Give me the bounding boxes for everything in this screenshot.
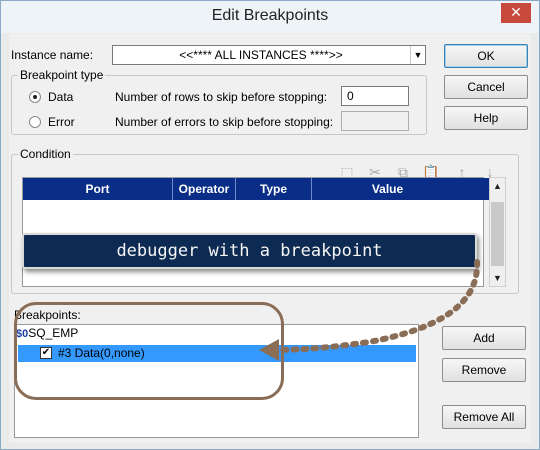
tree-item-sq-emp[interactable]: $0SQ_EMP <box>16 326 78 343</box>
ok-button[interactable]: OK <box>444 44 528 68</box>
tree-item-label: #3 Data(0,none) <box>58 346 145 360</box>
column-port[interactable]: Port <box>23 178 173 200</box>
breakpoints-tree[interactable]: $0SQ_EMP ✔ #3 Data(0,none) <box>14 324 419 438</box>
instance-name-value: <<**** ALL INSTANCES ****>> <box>179 48 343 62</box>
rows-skip-input[interactable]: 0 <box>341 86 409 106</box>
edit-breakpoints-window: Edit Breakpoints ✕ Instance name: <<****… <box>0 0 540 450</box>
breakpoint-type-group: Breakpoint type Data Error Number of row… <box>11 68 427 135</box>
title-bar: Edit Breakpoints ✕ <box>1 1 539 33</box>
tree-item-label: SQ_EMP <box>28 326 79 340</box>
dialog-body: Instance name: <<**** ALL INSTANCES ****… <box>9 34 531 443</box>
condition-scrollbar[interactable]: ▲ ▼ <box>489 177 506 287</box>
instance-name-select[interactable]: <<**** ALL INSTANCES ****>> ▼ <box>112 45 426 65</box>
instance-name-label: Instance name: <box>11 48 94 62</box>
column-operator[interactable]: Operator <box>173 178 236 200</box>
scroll-down-icon[interactable]: ▼ <box>490 273 505 283</box>
close-button[interactable]: ✕ <box>501 3 531 23</box>
rows-skip-label: Number of rows to skip before stopping: <box>115 90 328 104</box>
column-type[interactable]: Type <box>236 178 312 200</box>
breakpoint-checkbox[interactable]: ✔ <box>40 347 52 359</box>
tree-item-breakpoint[interactable]: ✔ #3 Data(0,none) <box>18 345 416 362</box>
column-value[interactable]: Value <box>312 178 463 200</box>
add-button[interactable]: Add <box>442 326 526 350</box>
source-qualifier-icon: $0 <box>16 328 29 340</box>
data-radio[interactable] <box>29 91 41 103</box>
breakpoint-type-legend: Breakpoint type <box>18 68 106 82</box>
condition-grid-header: Port Operator Type Value <box>23 178 493 200</box>
breakpoints-label: Breakpoints: <box>14 308 81 322</box>
error-radio[interactable] <box>29 116 41 128</box>
data-radio-label: Data <box>48 90 74 104</box>
chevron-down-icon[interactable]: ▼ <box>410 46 425 64</box>
scroll-thumb[interactable] <box>491 202 504 266</box>
annotation-banner: debugger with a breakpoint <box>22 233 477 269</box>
help-button[interactable]: Help <box>444 106 528 130</box>
remove-all-button[interactable]: Remove All <box>442 405 526 429</box>
errors-skip-input <box>341 111 409 131</box>
cancel-button[interactable]: Cancel <box>444 75 528 99</box>
error-radio-label: Error <box>48 115 75 129</box>
condition-legend: Condition <box>18 147 73 161</box>
condition-grid[interactable]: Port Operator Type Value <box>22 177 493 287</box>
remove-button[interactable]: Remove <box>442 358 526 382</box>
errors-skip-label: Number of errors to skip before stopping… <box>115 115 334 129</box>
scroll-up-icon[interactable]: ▲ <box>490 181 505 191</box>
window-title: Edit Breakpoints <box>211 7 329 24</box>
